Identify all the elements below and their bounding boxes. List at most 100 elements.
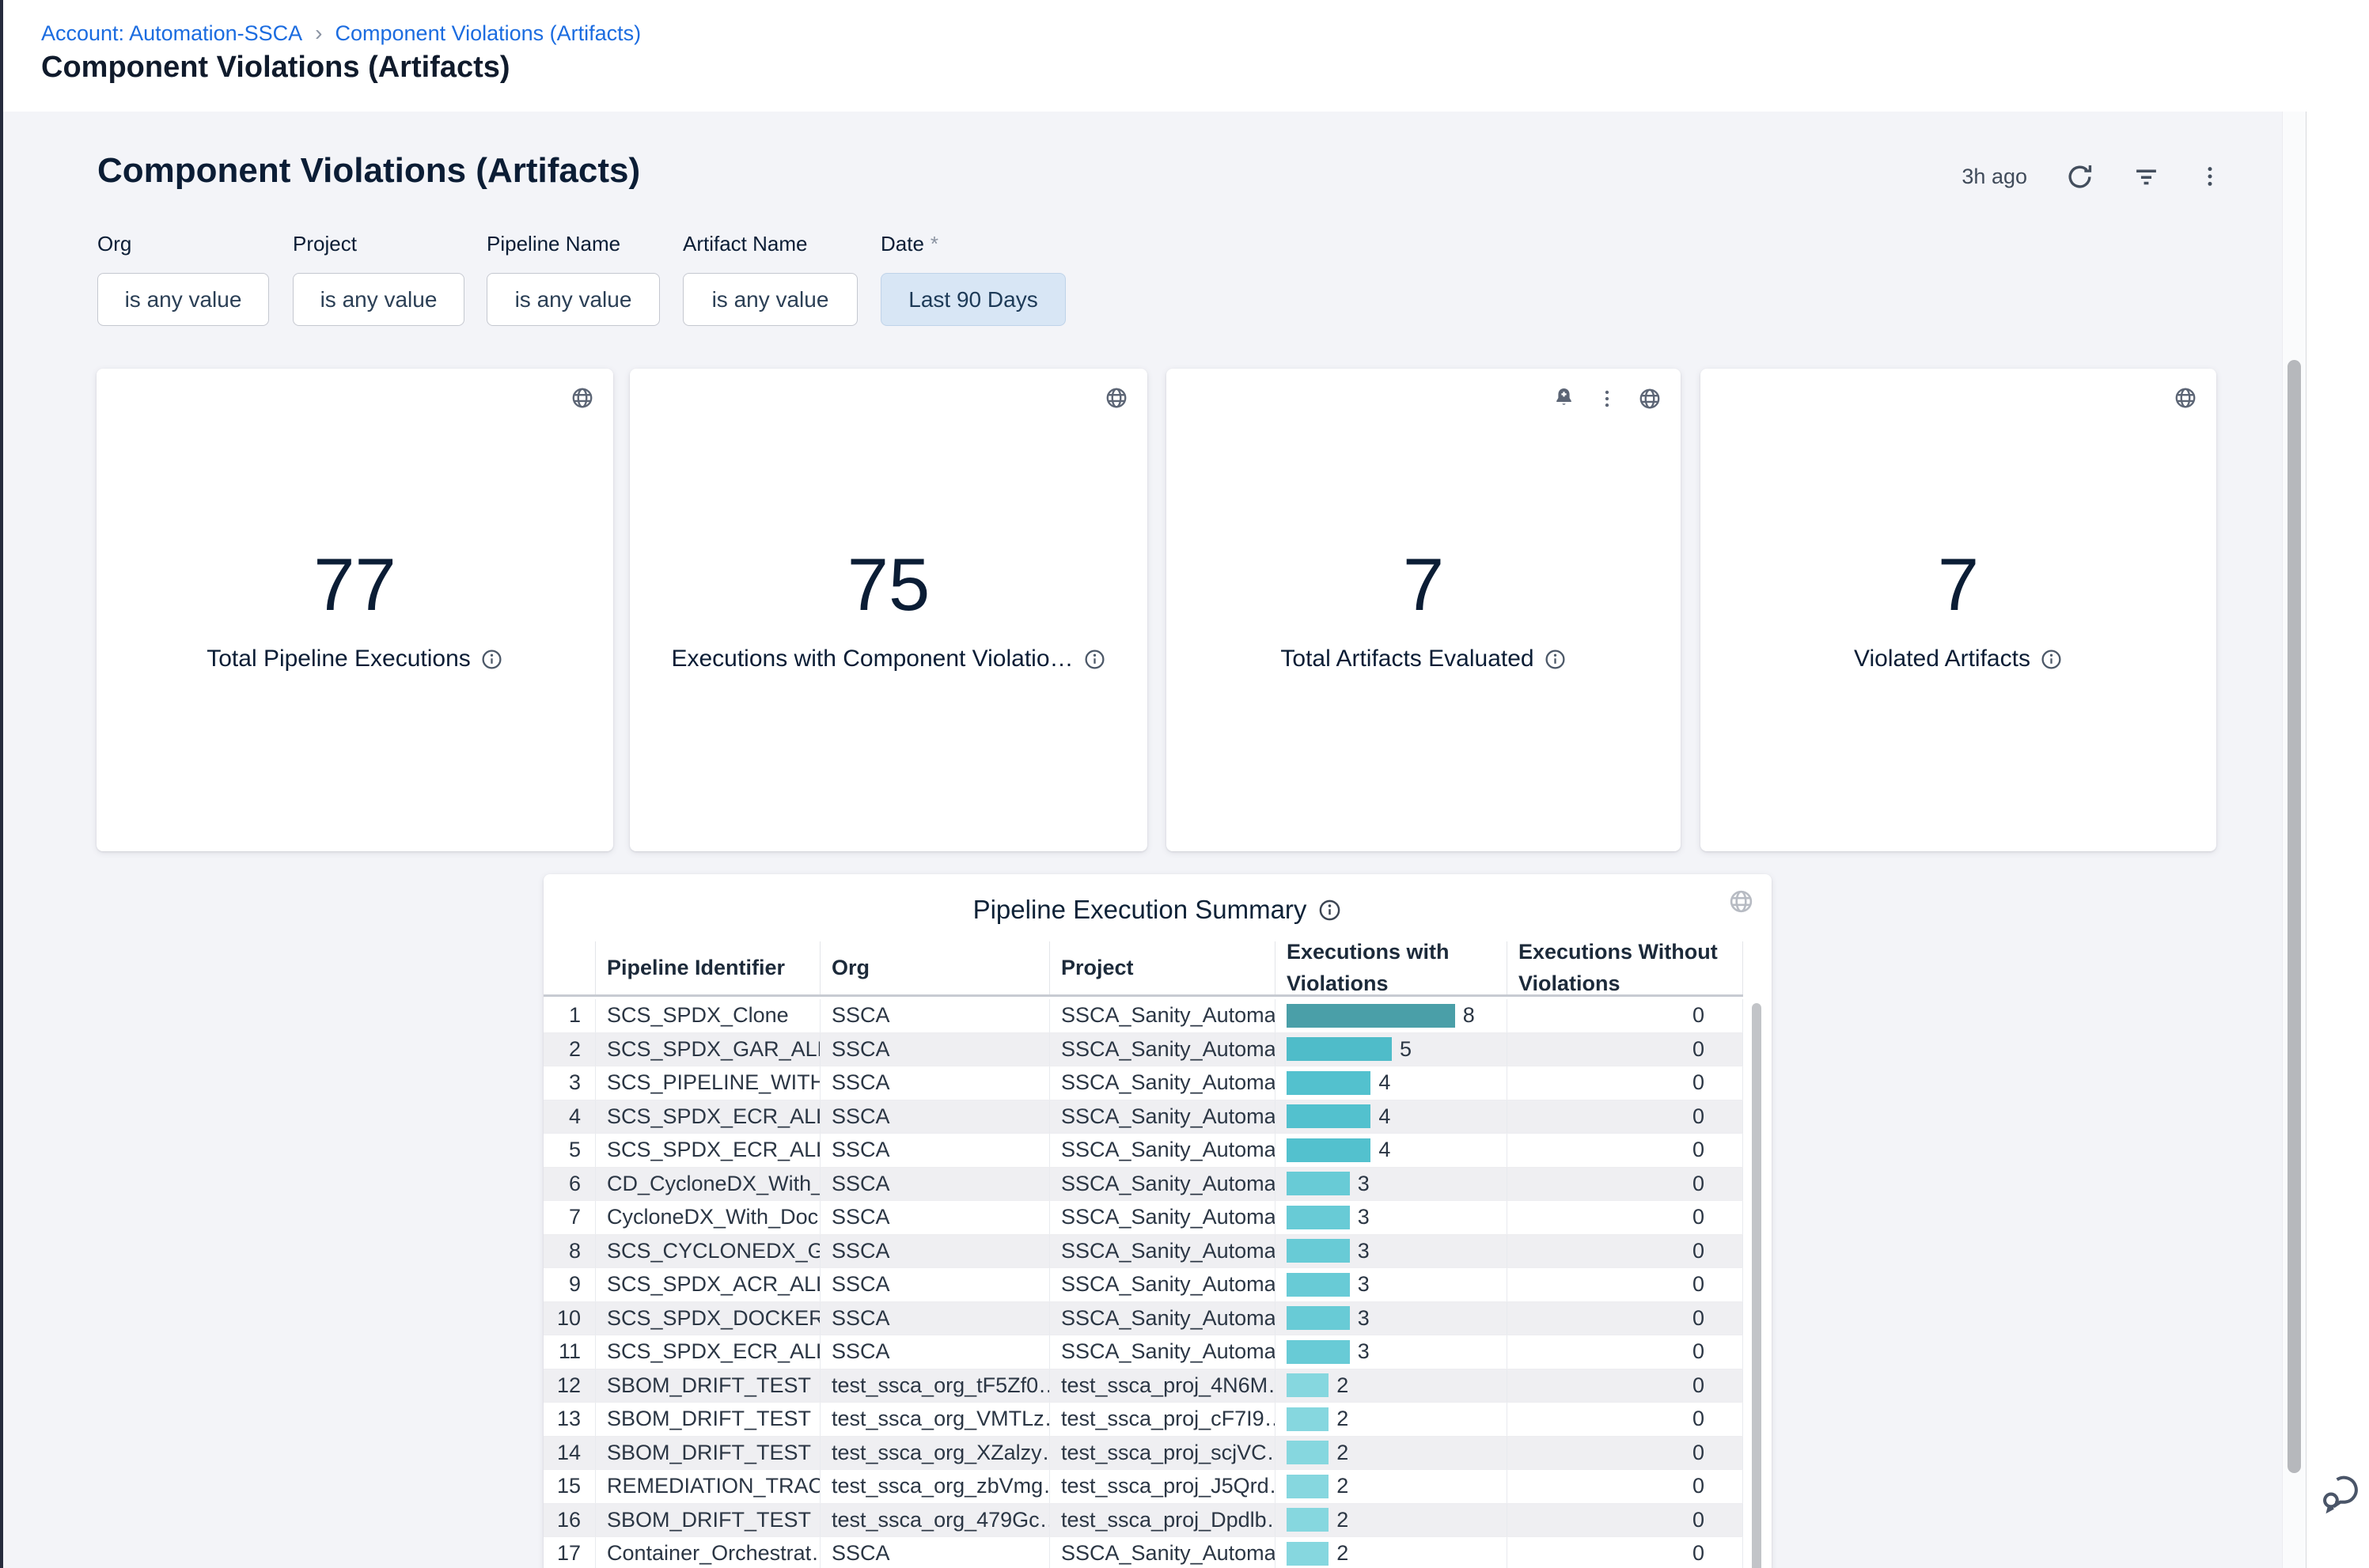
cell-project: test_ssca_proj_4N6M… <box>1050 1369 1275 1403</box>
cell-pipeline-identifier: SCS_SPDX_ECR_ALL_… <box>596 1100 821 1134</box>
violations-bar[interactable] <box>1287 1542 1329 1566</box>
column-header-project[interactable]: Project <box>1050 941 1275 994</box>
violations-count: 3 <box>1358 1205 1370 1229</box>
cell-pipeline-identifier: SCS_SPDX_Clone <box>596 999 821 1032</box>
stat-label: Total Artifacts Evaluated <box>1280 646 1533 672</box>
pipeline-execution-summary-panel: Pipeline Execution Summary Pipeline Iden… <box>544 874 1772 1568</box>
cell-executions-without-violations: 0 <box>1507 1302 1743 1335</box>
cell-executions-with-violations: 2 <box>1275 1403 1507 1436</box>
violations-count: 2 <box>1336 1508 1348 1532</box>
cell-pipeline-identifier: Container_Orchestrat… <box>596 1537 821 1568</box>
info-icon[interactable] <box>1544 648 1567 671</box>
chat-icon[interactable] <box>2320 1471 2363 1514</box>
violations-bar[interactable] <box>1287 1206 1350 1229</box>
cell-org: SSCA <box>821 999 1050 1032</box>
cell-executions-without-violations: 0 <box>1507 1235 1743 1268</box>
page-scrollbar-thumb[interactable] <box>2288 360 2301 1473</box>
violations-count: 4 <box>1378 1104 1390 1129</box>
info-icon[interactable] <box>1317 898 1342 922</box>
violations-bar[interactable] <box>1287 1273 1350 1297</box>
table-row: 2 SCS_SPDX_GAR_ALL… SSCA SSCA_Sanity_Aut… <box>544 1033 1743 1067</box>
dashboard-actions: 3h ago <box>1962 157 2222 195</box>
breadcrumb: Account: Automation-SSCA › Component Vio… <box>41 21 641 46</box>
page-header: Account: Automation-SSCA › Component Vio… <box>3 0 2369 112</box>
cell-pipeline-identifier: SBOM_DRIFT_TEST <box>596 1403 821 1436</box>
filter-project-value[interactable]: is any value <box>293 273 464 326</box>
cell-executions-without-violations: 0 <box>1507 1470 1743 1503</box>
breadcrumb-account-link[interactable]: Account: Automation-SSCA <box>41 21 302 46</box>
column-header-org[interactable]: Org <box>821 941 1050 994</box>
violations-count: 2 <box>1336 1541 1348 1566</box>
cell-org: SSCA <box>821 1335 1050 1369</box>
cell-executions-with-violations: 3 <box>1275 1335 1507 1369</box>
violations-bar[interactable] <box>1287 1004 1455 1028</box>
violations-bar[interactable] <box>1287 1037 1392 1061</box>
cell-executions-with-violations: 4 <box>1275 1066 1507 1100</box>
violations-count: 4 <box>1378 1138 1390 1162</box>
cell-org: test_ssca_org_XZalzy… <box>821 1437 1050 1470</box>
violations-bar[interactable] <box>1287 1407 1329 1431</box>
refresh-icon[interactable] <box>2065 162 2094 191</box>
cell-project: SSCA_Sanity_Automa… <box>1050 1302 1275 1335</box>
violations-bar[interactable] <box>1287 1172 1350 1195</box>
violations-count: 4 <box>1378 1070 1390 1095</box>
filter-date-value[interactable]: Last 90 Days <box>881 273 1066 326</box>
filter-pipeline-name-value[interactable]: is any value <box>487 273 660 326</box>
breadcrumb-current-link[interactable]: Component Violations (Artifacts) <box>335 21 642 46</box>
violations-bar[interactable] <box>1287 1239 1350 1263</box>
violations-bar[interactable] <box>1287 1340 1350 1364</box>
cell-pipeline-identifier: SCS_SPDX_ACR_ALL… <box>596 1268 821 1301</box>
info-icon[interactable] <box>2040 648 2063 671</box>
table-row: 10 SCS_SPDX_DOCKER_… SSCA SSCA_Sanity_Au… <box>544 1302 1743 1336</box>
stat-label: Violated Artifacts <box>1854 646 2030 672</box>
filter-org-value[interactable]: is any value <box>97 273 269 326</box>
table-row: 1 SCS_SPDX_Clone SSCA SSCA_Sanity_Automa… <box>544 999 1743 1033</box>
info-icon[interactable] <box>480 648 503 671</box>
globe-icon[interactable] <box>1728 888 1754 915</box>
column-header-pipeline-identifier[interactable]: Pipeline Identifier <box>596 941 821 994</box>
cell-project: SSCA_Sanity_Automa… <box>1050 1537 1275 1568</box>
cell-org: SSCA <box>821 1100 1050 1134</box>
cell-executions-with-violations: 3 <box>1275 1235 1507 1268</box>
kebab-menu-icon[interactable] <box>2198 165 2222 188</box>
row-index: 1 <box>544 999 596 1032</box>
violations-bar[interactable] <box>1287 1475 1329 1498</box>
violations-bar[interactable] <box>1287 1306 1350 1330</box>
table-row: 3 SCS_PIPELINE_WITH… SSCA SSCA_Sanity_Au… <box>544 1066 1743 1100</box>
cell-executions-with-violations: 2 <box>1275 1369 1507 1403</box>
table-row: 7 CycloneDX_With_Doc… SSCA SSCA_Sanity_A… <box>544 1201 1743 1235</box>
cell-executions-without-violations: 0 <box>1507 1268 1743 1301</box>
table-scrollbar-thumb[interactable] <box>1752 1003 1761 1568</box>
table-row: 13 SBOM_DRIFT_TEST test_ssca_org_VMTLz… … <box>544 1403 1743 1437</box>
row-index: 3 <box>544 1066 596 1100</box>
cell-executions-without-violations: 0 <box>1507 999 1743 1032</box>
table-row: 11 SCS_SPDX_ECR_ALL_… SSCA SSCA_Sanity_A… <box>544 1335 1743 1369</box>
violations-bar[interactable] <box>1287 1373 1329 1397</box>
stat-value: 77 <box>313 547 396 622</box>
row-index: 7 <box>544 1201 596 1234</box>
cell-project: SSCA_Sanity_Automa… <box>1050 1066 1275 1100</box>
violations-bar[interactable] <box>1287 1508 1329 1532</box>
cell-executions-without-violations: 0 <box>1507 1403 1743 1436</box>
cell-project: test_ssca_proj_scjVC… <box>1050 1437 1275 1470</box>
violations-bar[interactable] <box>1287 1441 1329 1464</box>
cell-org: SSCA <box>821 1066 1050 1100</box>
column-header-executions-without-violations[interactable]: Executions Without Violations <box>1507 941 1743 994</box>
row-index: 11 <box>544 1335 596 1369</box>
row-index: 9 <box>544 1268 596 1301</box>
column-header-executions-with-violations[interactable]: Executions with Violations <box>1275 941 1507 994</box>
cell-org: test_ssca_org_VMTLz… <box>821 1403 1050 1436</box>
filter-icon[interactable] <box>2132 163 2160 191</box>
table-row: 9 SCS_SPDX_ACR_ALL… SSCA SSCA_Sanity_Aut… <box>544 1268 1743 1302</box>
cell-org: SSCA <box>821 1302 1050 1335</box>
stat-card-total-pipeline-executions: 77 Total Pipeline Executions <box>97 369 613 851</box>
violations-bar[interactable] <box>1287 1104 1370 1128</box>
violations-bar[interactable] <box>1287 1138 1370 1162</box>
info-icon[interactable] <box>1083 648 1106 671</box>
page-title: Component Violations (Artifacts) <box>41 51 510 85</box>
page-scrollbar-track[interactable] <box>2282 112 2306 1568</box>
filter-artifact-name-value[interactable]: is any value <box>683 273 858 326</box>
cell-pipeline-identifier: SCS_SPDX_ECR_ALL_… <box>596 1335 821 1369</box>
violations-count: 3 <box>1358 1172 1370 1196</box>
violations-bar[interactable] <box>1287 1071 1370 1095</box>
